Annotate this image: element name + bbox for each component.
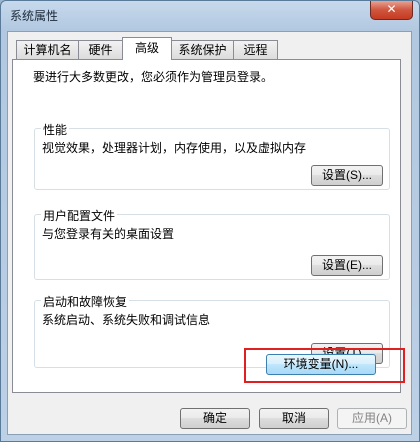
tab-system-protection[interactable]: 系统保护 <box>171 40 234 59</box>
ok-button[interactable]: 确定 <box>180 408 250 429</box>
tab-advanced[interactable]: 高级 <box>122 37 172 60</box>
startup-recovery-group-title: 启动和故障恢复 <box>41 293 130 310</box>
admin-notice: 要进行大多数更改，您必须作为管理员登录。 <box>33 70 274 84</box>
system-properties-window: 系统属性 ✕ 计算机名 硬件 高级 系统保护 远程 要进行大多数更改，您必须作为… <box>0 0 420 442</box>
red-highlight-box <box>244 348 405 383</box>
apply-button[interactable]: 应用(A) <box>337 408 407 429</box>
advanced-tab-panel: 要进行大多数更改，您必须作为管理员登录。 性能 视觉效果，处理器计划，内存使用，… <box>12 59 401 393</box>
cancel-button[interactable]: 取消 <box>259 408 329 429</box>
user-profiles-settings-button[interactable]: 设置(E)... <box>311 255 383 276</box>
user-profiles-description: 与您登录有关的桌面设置 <box>42 227 175 241</box>
tab-computer-name[interactable]: 计算机名 <box>16 40 79 59</box>
performance-group-title: 性能 <box>41 121 70 138</box>
startup-recovery-description: 系统启动、系统失败和调试信息 <box>42 313 211 327</box>
performance-description: 视觉效果，处理器计划，内存使用，以及虚拟内存 <box>42 141 307 155</box>
title-bar[interactable]: 系统属性 ✕ <box>1 1 419 31</box>
tab-remote[interactable]: 远程 <box>233 40 278 59</box>
user-profiles-group: 用户配置文件 与您登录有关的桌面设置 设置(E)... <box>34 207 390 280</box>
close-icon: ✕ <box>386 2 397 16</box>
window-title: 系统属性 <box>10 9 59 23</box>
user-profiles-group-title: 用户配置文件 <box>41 207 118 224</box>
tab-hardware[interactable]: 硬件 <box>78 40 123 59</box>
close-button[interactable]: ✕ <box>370 1 413 20</box>
performance-settings-button[interactable]: 设置(S)... <box>311 165 383 186</box>
performance-group: 性能 视觉效果，处理器计划，内存使用，以及虚拟内存 设置(S)... <box>34 121 390 190</box>
